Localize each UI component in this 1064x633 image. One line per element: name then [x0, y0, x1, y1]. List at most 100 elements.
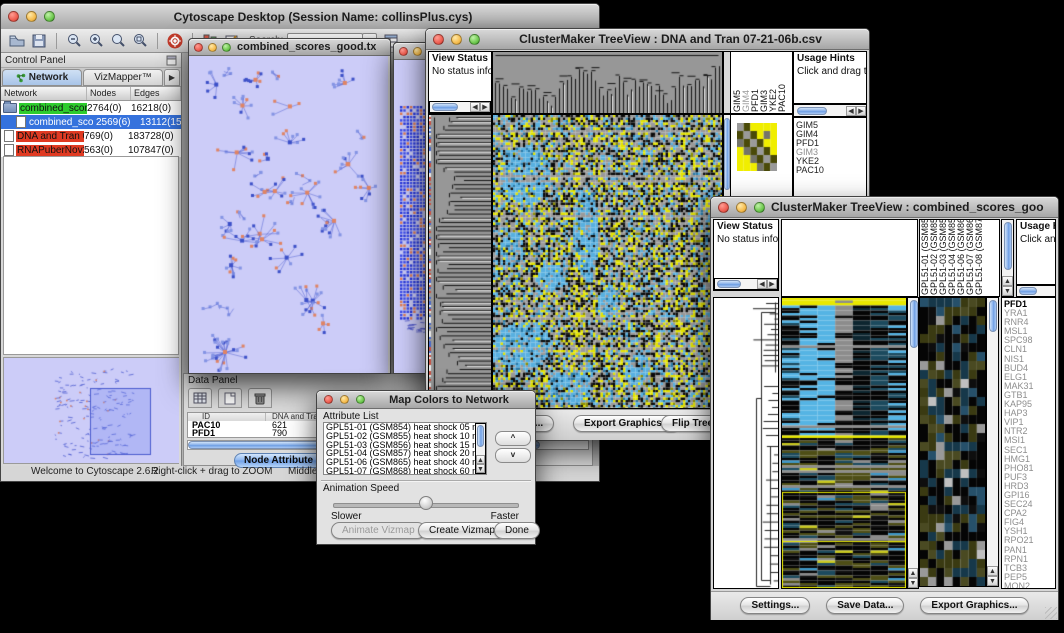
zoom-in-icon[interactable]	[86, 31, 106, 51]
zoom-button[interactable]	[754, 202, 765, 213]
heatmap-vscrollbar[interactable]: ▲▼	[907, 297, 919, 589]
column-label[interactable]: GPL51-01 (GSM854)	[921, 220, 930, 295]
row-dendrogram-panel[interactable]	[713, 297, 779, 589]
zoom-fit-icon[interactable]	[130, 31, 150, 51]
zoom-selected-icon[interactable]	[108, 31, 128, 51]
column-label[interactable]: PAC10	[778, 52, 787, 112]
scroll-right-icon[interactable]: ▶	[480, 102, 490, 112]
treeview1-titlebar[interactable]: ClusterMaker TreeView : DNA and Tran 07-…	[426, 29, 869, 50]
overview-canvas[interactable]	[4, 358, 179, 463]
done-button[interactable]: Done	[494, 522, 540, 539]
column-dendrogram-panel[interactable]	[492, 51, 723, 114]
close-button[interactable]	[324, 395, 333, 404]
usage-hscrollbar[interactable]	[1016, 285, 1056, 297]
column-label[interactable]: GPL51-02 (GSM855)	[930, 220, 939, 295]
close-button[interactable]	[433, 34, 444, 45]
zoom-heatmap-panel[interactable]	[919, 297, 986, 587]
column-labels-vscrollbar[interactable]: ▲▼	[1001, 219, 1014, 297]
minimize-button[interactable]	[208, 43, 217, 52]
attribute-list-vscrollbar[interactable]: ▲▼	[475, 423, 486, 474]
column-label[interactable]: GIM5	[733, 52, 742, 112]
network-list-row[interactable]: DNA and Tran 07769(0)183728(0)	[1, 129, 181, 143]
column-label[interactable]: GPL51-06 (GSM865)	[957, 220, 966, 295]
export-graphics-button[interactable]: Export Graphics...	[920, 597, 1028, 614]
column-label[interactable]: GPL51-07 (GSM868)	[966, 220, 975, 295]
scroll-left-icon[interactable]: ◀	[846, 106, 856, 116]
zoom-heatmap-vscrollbar[interactable]: ▲▼	[986, 297, 999, 587]
save-icon[interactable]	[29, 31, 49, 51]
scroll-left-icon[interactable]: ◀	[757, 279, 767, 289]
row-dendrogram-panel[interactable]	[428, 114, 492, 409]
scroll-right-icon[interactable]: ▶	[767, 279, 777, 289]
attribute-item[interactable]: GPL51-02 (GSM855) heat shock 10 min	[326, 432, 486, 441]
scroll-down-icon[interactable]: ▼	[476, 464, 485, 473]
column-header-network[interactable]: Network	[1, 87, 87, 100]
tab-overflow-button[interactable]: ▶	[164, 69, 180, 86]
edge-table-icon[interactable]	[218, 388, 242, 408]
view-status-hscrollbar[interactable]: ◀ ▶	[714, 278, 778, 290]
treeview2-titlebar[interactable]: ClusterMaker TreeView : combined_scores_…	[711, 197, 1058, 218]
attribute-item[interactable]: GPL51-06 (GSM865) heat shock 40 min	[326, 458, 486, 467]
scroll-right-icon[interactable]: ▶	[856, 106, 866, 116]
resize-grip[interactable]	[1045, 607, 1057, 619]
minimize-button[interactable]	[26, 11, 37, 22]
attribute-item[interactable]: GPL51-04 (GSM857) heat shock 20 min	[326, 449, 486, 458]
close-button[interactable]	[194, 43, 203, 52]
scroll-up-icon[interactable]: ▲	[476, 455, 485, 464]
column-label[interactable]: GPL51-04 (GSM857)	[948, 220, 957, 295]
tab-network[interactable]: Network	[2, 69, 82, 86]
zoom-out-icon[interactable]	[64, 31, 84, 51]
network-list-row[interactable]: combined_scores2764(0)16218(0)	[1, 101, 181, 115]
column-label[interactable]: GIM3	[760, 52, 769, 112]
node-table-icon[interactable]	[188, 388, 212, 408]
tab-vizmapper[interactable]: VizMapper™	[83, 69, 163, 86]
open-file-icon[interactable]	[7, 31, 27, 51]
settings-button[interactable]: Settings...	[740, 597, 810, 614]
close-button[interactable]	[399, 47, 408, 56]
minimize-button[interactable]	[413, 47, 422, 56]
minimize-button[interactable]	[451, 34, 462, 45]
scroll-left-icon[interactable]: ◀	[470, 102, 480, 112]
minimize-button[interactable]	[736, 202, 747, 213]
close-button[interactable]	[718, 202, 729, 213]
help-lifering-icon[interactable]	[165, 31, 185, 51]
animate-vizmap-button[interactable]: Animate Vizmap	[331, 522, 426, 539]
column-label[interactable]: GPL51-08 (GSM872)	[975, 220, 984, 295]
network-list-row[interactable]: RNAPuberNov2+I563(0)107847(0)	[1, 143, 181, 157]
attribute-item[interactable]: GPL51-03 (GSM856) heat shock 15 min	[326, 441, 486, 450]
float-panel-icon[interactable]	[166, 55, 177, 66]
column-label[interactable]: GIM4	[742, 52, 751, 112]
column-dendrogram-panel[interactable]	[781, 219, 918, 297]
minimize-button[interactable]	[340, 395, 349, 404]
network-list-row[interactable]: combined_sco2569(6)13112(15)	[1, 115, 181, 129]
column-label[interactable]: YKE2	[769, 52, 778, 112]
save-data-button[interactable]: Save Data...	[826, 597, 904, 614]
heatmap-panel[interactable]	[492, 114, 723, 409]
scroll-up-icon[interactable]: ▲	[1002, 276, 1013, 286]
create-vizmap-button[interactable]: Create Vizmap	[418, 522, 506, 539]
network-canvas[interactable]	[189, 56, 388, 373]
network-overview-panel[interactable]	[3, 357, 179, 464]
attribute-item[interactable]: GPL51-01 (GSM854) heat shock 05 min	[326, 423, 486, 432]
main-titlebar[interactable]: Cytoscape Desktop (Session Name: collins…	[1, 4, 599, 30]
close-button[interactable]	[8, 11, 19, 22]
column-label[interactable]: PFD1	[751, 52, 760, 112]
scroll-down-icon[interactable]: ▼	[908, 578, 918, 588]
scroll-down-icon[interactable]: ▼	[1002, 286, 1013, 296]
view-status-hscrollbar[interactable]: ◀ ▶	[429, 101, 491, 113]
column-header-nodes[interactable]: Nodes	[87, 87, 131, 100]
attribute-item[interactable]: GPL51-07 (GSM868) heat shock 60 min	[326, 467, 486, 475]
move-down-button[interactable]: v	[495, 448, 531, 463]
trash-icon[interactable]	[248, 388, 272, 408]
zoom-button[interactable]	[469, 34, 480, 45]
gene-label[interactable]: MON2	[1002, 582, 1055, 589]
gene-label[interactable]: PAC10	[794, 166, 866, 175]
zoom-button[interactable]	[356, 395, 365, 404]
column-label[interactable]: GPL51-03 (GSM856)	[939, 220, 948, 295]
move-up-button[interactable]: ^	[495, 431, 531, 446]
attribute-listbox[interactable]: GPL51-01 (GSM854) heat shock 05 minGPL51…	[323, 422, 487, 475]
column-header-edges[interactable]: Edges	[131, 87, 181, 100]
gene-list-hscrollbar[interactable]: ◀ ▶	[793, 104, 867, 117]
scroll-down-icon[interactable]: ▼	[987, 576, 998, 586]
zoom-button[interactable]	[222, 43, 231, 52]
